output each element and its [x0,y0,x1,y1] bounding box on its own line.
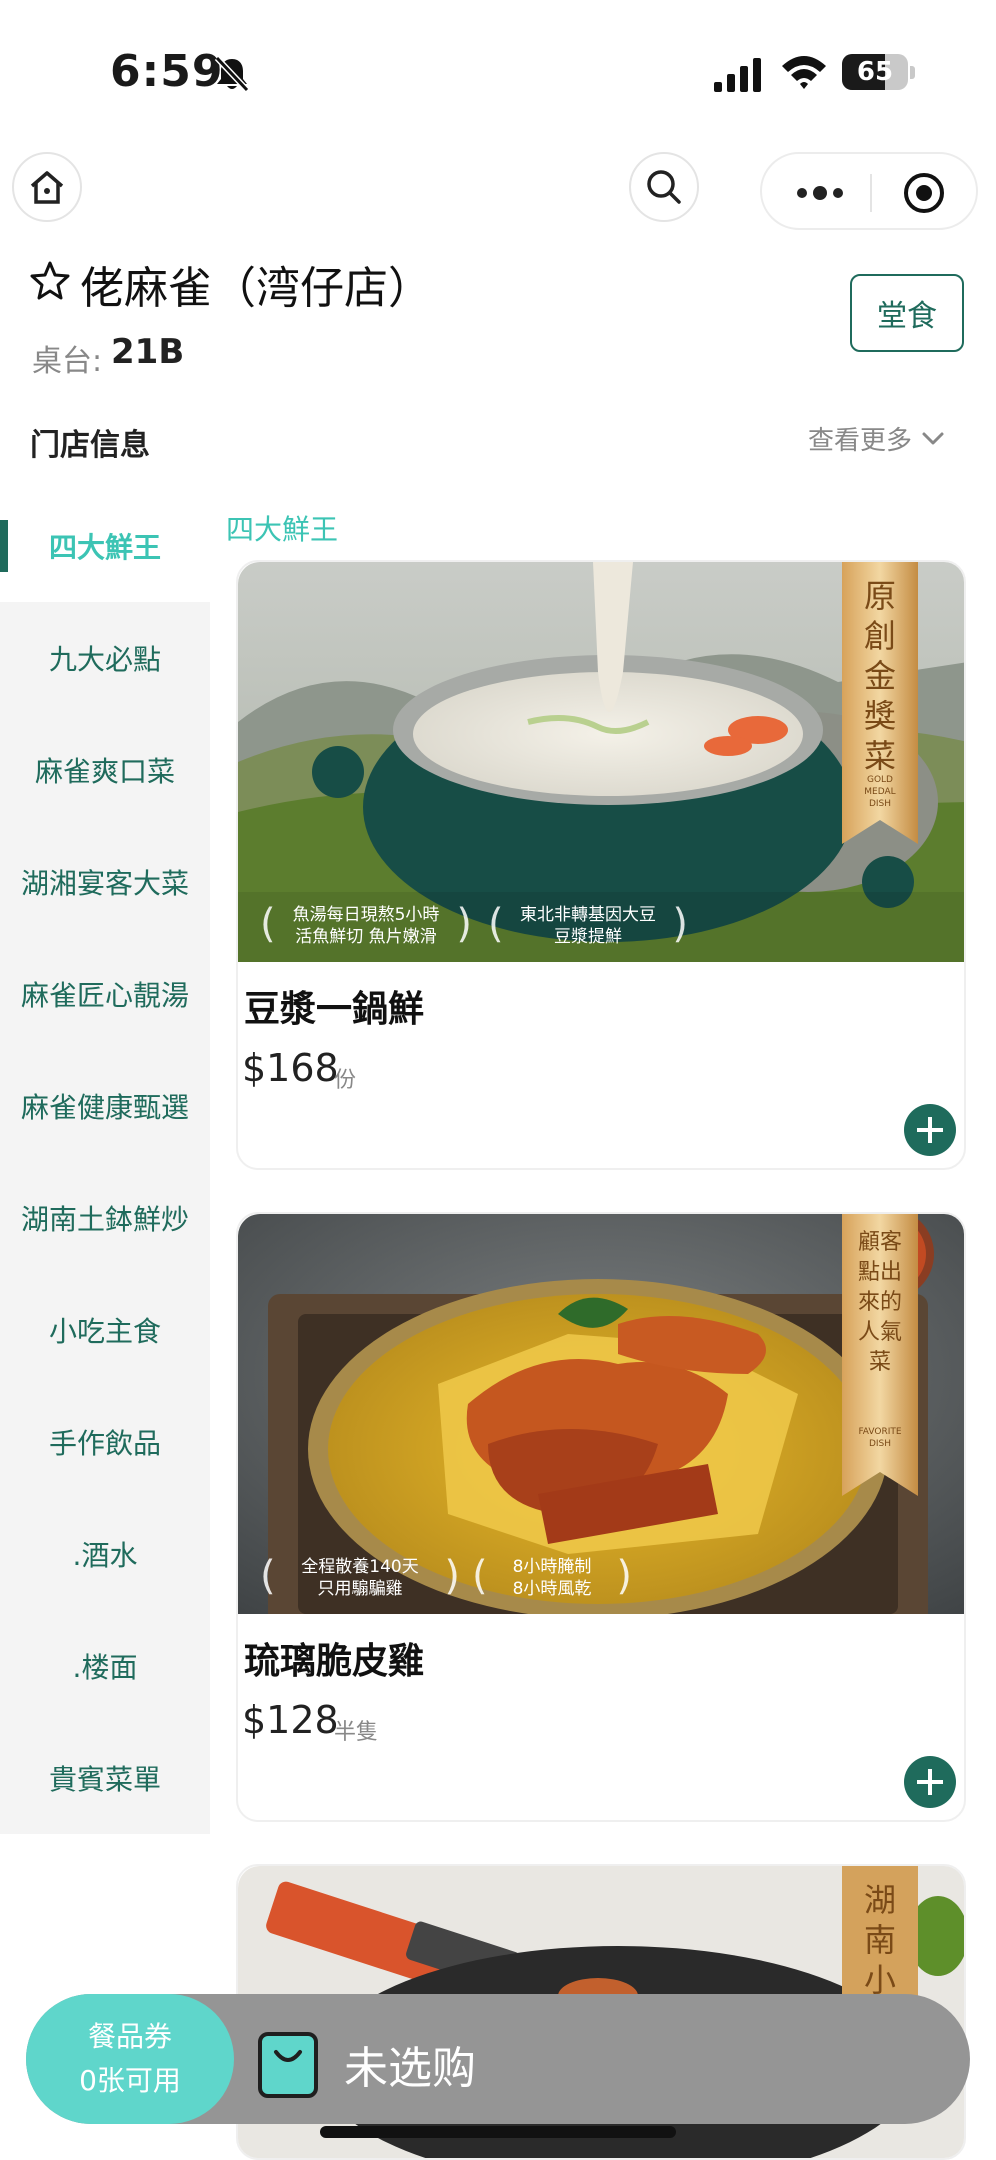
coupon-button[interactable]: 餐品券 0张可用 [26,1994,234,2124]
sidebar-item-nine-must-order[interactable]: 九大必點 [0,602,210,714]
sidebar-item-label: 四大鮮王 [48,531,161,564]
sidebar-item-healthy-selection[interactable]: 麻雀健康甄選 [0,1050,210,1162]
sidebar-item-label: .酒水 [72,1539,138,1572]
feature-tag: ( 8小時腌制 8小時風乾 ) [472,1548,632,1608]
sidebar-item-appetizers[interactable]: 麻雀爽口菜 [0,714,210,826]
feature-tag: ( 魚湯每日現熬5小時 活魚鮮切 魚片嫩滑 ) [260,896,472,956]
dish-name: 豆漿一鍋鮮 [244,989,425,1030]
laurel-left-icon: ( [260,901,276,947]
category-sidebar: 四大鮮王 九大必點 麻雀爽口菜 湖湘宴客大菜 麻雀匠心靚湯 麻雀健康甄選 湖南土… [0,490,210,1834]
search-icon [647,170,681,204]
dish-card[interactable]: 顧客點出來的人氣菜 FAVORITE DISH ( 全程散養140天 只用騸騙雞… [236,1212,966,1822]
coupon-count: 0张可用 [79,2064,181,2097]
laurel-right-icon: ) [616,1553,632,1599]
cellular-signal-icon [714,58,761,92]
badge-subtitle: FAVORITE DISH [858,1427,902,1449]
sidebar-item-label: 麻雀匠心靚湯 [20,979,189,1012]
feature-tag-text: 全程散養140天 只用騸騙雞 [301,1557,419,1599]
sidebar-item-label: 手作飲品 [48,1427,161,1460]
capsule-divider [870,174,872,212]
search-button[interactable] [629,152,699,222]
laurel-left-icon: ( [488,901,504,947]
dish-image: 顧客點出來的人氣菜 FAVORITE DISH ( 全程散養140天 只用騸騙雞… [238,1214,964,1614]
section-title: 四大鮮王 [226,513,339,546]
laurel-right-icon: ) [672,901,688,947]
feature-tag-text: 東北非轉基因大豆 豆漿提鮮 [520,905,656,947]
close-mini-program-icon[interactable] [902,171,946,215]
dish-image: 原創金獎菜 GOLD MEDAL DISH ( 魚湯每日現熬5小時 活魚鮮切 魚… [238,562,964,962]
sidebar-item-floor[interactable]: .楼面 [0,1610,210,1722]
dish-card[interactable]: 原創金獎菜 GOLD MEDAL DISH ( 魚湯每日現熬5小時 活魚鮮切 魚… [236,560,966,1170]
dish-unit: 份 [334,1068,357,1093]
favorite-star-icon[interactable] [30,260,70,300]
feature-tag-text: 8小時腌制 8小時風乾 [512,1557,592,1599]
chevron-down-icon [922,432,944,444]
favorite-dish-badge: 顧客點出來的人氣菜 FAVORITE DISH [842,1214,918,1496]
see-more-link[interactable]: 查看更多 [808,420,946,457]
coupon-title: 餐品券 [87,2020,172,2053]
status-bar: 6:59 65 [0,0,996,140]
battery-indicator: 65 [842,54,908,90]
laurel-left-icon: ( [260,1553,276,1599]
battery-level: 65 [856,57,894,87]
dish-name: 琉璃脆皮雞 [244,1641,425,1682]
sidebar-item-label: 貴賓菜單 [48,1763,161,1796]
sidebar-item-snacks[interactable]: 小吃主食 [0,1274,210,1386]
store-info-title: 门店信息 [30,428,150,463]
sidebar-item-alcohol[interactable]: .酒水 [0,1498,210,1610]
cart-bar[interactable]: 餐品券 0张可用 未选购 [26,1994,970,2124]
battery-cap [910,66,915,79]
badge-subtitle: GOLD MEDAL DISH [864,775,896,809]
dish-price: $168 [242,1046,339,1090]
sidebar-item-label: 湖南土鉢鮮炒 [20,1203,189,1236]
see-more-label: 查看更多 [808,426,913,456]
badge-text: 顧客點出來的人氣菜 [857,1230,902,1375]
sidebar-item-stir-fry[interactable]: 湖南土鉢鮮炒 [0,1162,210,1274]
sidebar-item-banquet-dishes[interactable]: 湖湘宴客大菜 [0,826,210,938]
add-to-cart-button[interactable] [904,1756,956,1808]
shopping-bag-icon [258,2032,318,2098]
table-number: 21B [111,332,185,372]
sidebar-item-label: 湖湘宴客大菜 [20,867,189,900]
wifi-icon [782,56,826,89]
dine-in-button[interactable]: 堂食 [850,274,964,352]
more-options-icon[interactable] [792,174,848,212]
sidebar-item-four-fresh-kings[interactable]: 四大鮮王 [0,490,210,602]
home-icon [30,171,64,204]
status-time: 6:59 [110,46,224,97]
feature-tag-text: 魚湯每日現熬5小時 活魚鮮切 魚片嫩滑 [292,905,440,947]
laurel-right-icon: ) [456,901,472,947]
sidebar-item-drinks[interactable]: 手作飲品 [0,1386,210,1498]
sidebar-item-vip-menu[interactable]: 貴賓菜單 [0,1722,210,1834]
laurel-right-icon: ) [444,1553,460,1599]
mini-program-capsule [760,152,978,230]
sidebar-item-label: 小吃主食 [48,1315,161,1348]
dish-unit: 半隻 [334,1720,379,1745]
feature-tag: ( 全程散養140天 只用騸騙雞 ) [260,1548,460,1608]
sidebar-item-soups[interactable]: 麻雀匠心靚湯 [0,938,210,1050]
gold-medal-badge: 原創金獎菜 GOLD MEDAL DISH [842,562,918,844]
home-indicator [320,2126,676,2138]
dish-price: $128 [242,1698,339,1742]
table-label: 桌台: [32,344,103,379]
badge-text: 原創金獎菜 [863,577,896,775]
sidebar-item-label: .楼面 [72,1651,138,1684]
sidebar-item-label: 麻雀健康甄選 [20,1091,189,1124]
bell-muted-icon [214,55,250,93]
laurel-left-icon: ( [472,1553,488,1599]
sidebar-item-label: 麻雀爽口菜 [34,755,175,788]
sidebar-item-label: 九大必點 [48,643,161,676]
feature-tag: ( 東北非轉基因大豆 豆漿提鮮 ) [488,896,688,956]
home-button[interactable] [12,152,82,222]
add-to-cart-button[interactable] [904,1104,956,1156]
cart-status: 未选购 [344,2043,476,2094]
store-name: 佬麻雀（湾仔店） [80,263,432,314]
active-category-indicator [0,520,8,572]
